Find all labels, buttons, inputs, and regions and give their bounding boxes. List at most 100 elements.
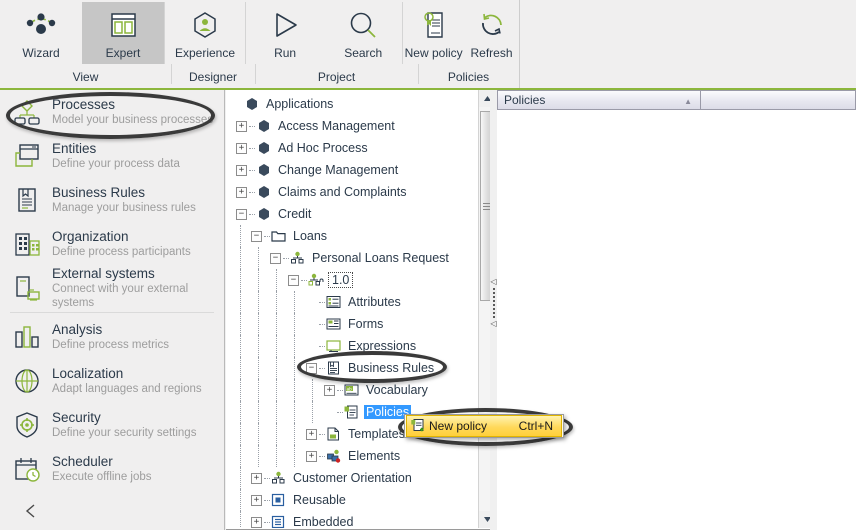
sidebar-collapse-button[interactable] xyxy=(0,491,224,530)
sidebar-item-external-systems[interactable]: External systems Connect with your exter… xyxy=(0,266,224,310)
grid-header-row: Policies ▲ xyxy=(497,90,856,110)
tree-row-customer-orientation[interactable]: + Customer Orientation xyxy=(226,467,479,489)
project-tree-panel: Applications + Access Management + Ad Ho… xyxy=(226,90,496,530)
tree-guide-line xyxy=(258,445,259,467)
sidebar-item-business-rules[interactable]: Business Rules Manage your business rule… xyxy=(0,178,224,222)
tree-row-label: Credit xyxy=(278,207,312,221)
tree-guide-line xyxy=(240,225,241,247)
sidebar-item-text: Localization Adapt languages and regions xyxy=(52,366,202,396)
tree-guide-line xyxy=(240,423,241,445)
tree-row-elements[interactable]: + Elements xyxy=(226,445,479,467)
process-diagram-icon xyxy=(10,95,44,129)
tree-row-loans[interactable]: − Loans xyxy=(226,225,479,247)
tree-row-access-management[interactable]: + Access Management xyxy=(226,115,479,137)
ribbon-left-section: Wizard Expert Experience Run Search New … xyxy=(0,0,520,88)
project-tree[interactable]: Applications + Access Management + Ad Ho… xyxy=(226,90,479,528)
tree-expander-minus[interactable]: − xyxy=(270,252,281,264)
grid-column-empty[interactable] xyxy=(701,90,856,110)
tree-guide-line xyxy=(276,335,277,357)
context-menu[interactable]: New policy Ctrl+N xyxy=(404,414,564,438)
sidebar-item-scheduler[interactable]: Scheduler Execute offline jobs xyxy=(0,447,224,491)
grid-column-policies[interactable]: Policies ▲ xyxy=(497,90,701,110)
sidebar-item-localization[interactable]: Localization Adapt languages and regions xyxy=(0,359,224,403)
sidebar-item-title: Scheduler xyxy=(52,454,113,469)
external-systems-server-icon xyxy=(10,271,44,305)
policies-doc-icon xyxy=(343,404,360,420)
tree-guide-line xyxy=(240,511,241,528)
splitter-collapse-left-icon[interactable]: ◁ xyxy=(490,278,496,286)
splitter-collapse-left-icon-2[interactable]: ◁ xyxy=(490,320,496,328)
tree-expander-plus[interactable]: + xyxy=(251,516,262,528)
tree-row-personal-loans-request[interactable]: − Personal Loans Request xyxy=(226,247,479,269)
tree-row-reusable[interactable]: + Reusable xyxy=(226,489,479,511)
security-shield-icon xyxy=(10,408,44,442)
tree-expander-plus[interactable]: + xyxy=(236,120,247,132)
sidebar-item-security[interactable]: Security Define your security settings xyxy=(0,403,224,447)
ribbon-button-new-policy[interactable]: New policy xyxy=(403,2,464,64)
tree-row-forms[interactable]: Forms xyxy=(226,313,479,335)
tree-expander-plus[interactable]: + xyxy=(306,428,317,440)
forms-icon xyxy=(325,316,342,332)
ribbon-button-wizard[interactable]: Wizard xyxy=(0,2,82,64)
analysis-bars-icon xyxy=(10,320,44,354)
tree-guide-line xyxy=(258,269,259,291)
navigation-sidebar: Processes Model your business processes … xyxy=(0,90,225,530)
tree-row-claims-and-complaints[interactable]: + Claims and Complaints xyxy=(226,181,479,203)
tree-expander-minus[interactable]: − xyxy=(288,274,299,286)
panel-splitter[interactable]: ◁ ◁ xyxy=(490,90,497,530)
tree-guide-line xyxy=(294,423,295,445)
vocabulary-ab-icon: ab xyxy=(343,382,360,398)
tree-expander-plus[interactable]: + xyxy=(236,142,247,154)
application-hex-icon xyxy=(243,96,260,112)
tree-row-version-1-0[interactable]: − 1.0 xyxy=(226,269,479,291)
tree-row-credit[interactable]: − Credit xyxy=(226,203,479,225)
tree-row-expressions[interactable]: Expressions xyxy=(226,335,479,357)
sidebar-item-organization[interactable]: Organization Define process participants xyxy=(0,222,224,266)
tree-row-business-rules[interactable]: − Business Rules xyxy=(226,357,479,379)
ribbon-button-experience[interactable]: Experience xyxy=(165,2,245,64)
tree-row-label: Customer Orientation xyxy=(293,471,412,485)
ribbon-button-search[interactable]: Search xyxy=(324,2,402,64)
tree-row-attributes[interactable]: Attributes xyxy=(226,291,479,313)
tree-expander-plus[interactable]: + xyxy=(306,450,317,462)
process-node-icon xyxy=(270,470,287,486)
tree-row-applications[interactable]: Applications xyxy=(226,93,479,115)
tree-expander-minus[interactable]: − xyxy=(236,208,247,220)
tree-expander-plus[interactable]: + xyxy=(236,186,247,198)
context-menu-item-new-policy[interactable]: New policy Ctrl+N xyxy=(406,415,562,437)
grid-body[interactable] xyxy=(497,110,856,528)
application-window: Wizard Expert Experience Run Search New … xyxy=(0,0,856,530)
tree-row-vocabulary[interactable]: + ab Vocabulary xyxy=(226,379,479,401)
sidebar-item-text: Scheduler Execute offline jobs xyxy=(52,454,152,484)
tree-guide-line xyxy=(258,379,259,401)
tree-expander-minus[interactable]: − xyxy=(251,230,262,242)
attributes-list-icon xyxy=(325,294,342,310)
ribbon-button-run[interactable]: Run xyxy=(246,2,324,64)
tree-guide-line xyxy=(276,401,277,423)
tree-row-embedded[interactable]: + Embedded xyxy=(226,511,479,528)
ribbon-button-expert[interactable]: Expert xyxy=(82,2,164,64)
tree-guide-line xyxy=(294,357,295,379)
ribbon-button-row: Wizard Expert Experience Run Search New … xyxy=(0,0,519,66)
tree-row-change-management[interactable]: + Change Management xyxy=(226,159,479,181)
tree-guide-line xyxy=(294,445,295,467)
sidebar-divider xyxy=(10,312,214,313)
sidebar-item-entities[interactable]: Entities Define your process data xyxy=(0,134,224,178)
tree-guide-line xyxy=(276,291,277,313)
tree-guide-line xyxy=(294,335,295,357)
tree-expander-minus[interactable]: − xyxy=(306,362,317,374)
tree-row-label: Business Rules xyxy=(348,361,435,375)
ribbon-button-refresh[interactable]: Refresh xyxy=(464,2,519,64)
sidebar-item-processes[interactable]: Processes Model your business processes xyxy=(0,90,224,134)
sort-ascending-icon[interactable]: ▲ xyxy=(684,97,692,106)
sidebar-item-analysis[interactable]: Analysis Define process metrics xyxy=(0,315,224,359)
tree-guide-line xyxy=(276,269,277,291)
tree-expander-plus[interactable]: + xyxy=(324,384,335,396)
sidebar-item-title: Processes xyxy=(52,97,116,112)
tree-expander-plus[interactable]: + xyxy=(251,494,262,506)
tree-expander-plus[interactable]: + xyxy=(251,472,262,484)
tree-row-ad-hoc-process[interactable]: + Ad Hoc Process xyxy=(226,137,479,159)
tree-expander-plus[interactable]: + xyxy=(236,164,247,176)
sidebar-item-title: External systems xyxy=(52,266,155,281)
tree-guide-line xyxy=(240,313,241,335)
